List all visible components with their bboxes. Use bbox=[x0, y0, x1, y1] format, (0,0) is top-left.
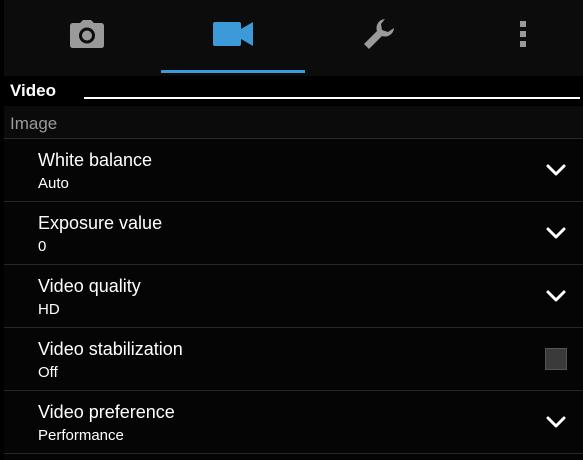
chevron-down-icon[interactable] bbox=[541, 155, 571, 185]
tab-tools-settings[interactable] bbox=[306, 0, 452, 72]
setting-title: Video quality bbox=[38, 276, 141, 296]
setting-video-quality[interactable]: Video quality HD bbox=[4, 265, 583, 328]
setting-title: Exposure value bbox=[38, 213, 163, 233]
camera-icon bbox=[70, 19, 104, 53]
settings-tab-bar bbox=[4, 0, 583, 76]
setting-value: Off bbox=[38, 364, 58, 381]
setting-exposure-value[interactable]: Exposure value 0 bbox=[4, 202, 583, 265]
section-divider bbox=[84, 97, 580, 99]
active-tab-indicator bbox=[161, 70, 305, 73]
setting-video-preference[interactable]: Video preference Performance bbox=[4, 391, 583, 454]
section-header: Video bbox=[4, 76, 583, 106]
stabilization-checkbox[interactable] bbox=[541, 344, 571, 374]
tab-more-options[interactable] bbox=[450, 0, 583, 72]
subsection-label: Image bbox=[10, 114, 58, 133]
subsection-header: Image bbox=[4, 106, 583, 139]
wrench-icon bbox=[363, 18, 395, 55]
setting-title: White balance bbox=[38, 150, 153, 170]
more-vertical-icon bbox=[520, 20, 526, 52]
setting-value: HD bbox=[38, 301, 60, 318]
video-camera-icon bbox=[213, 21, 253, 51]
chevron-down-icon[interactable] bbox=[541, 218, 571, 248]
chevron-down-icon[interactable] bbox=[541, 407, 571, 437]
chevron-down-icon[interactable] bbox=[541, 281, 571, 311]
section-title: Video bbox=[10, 81, 56, 100]
setting-title: Video stabilization bbox=[38, 339, 183, 359]
setting-value: Auto bbox=[38, 175, 69, 192]
setting-title: Video preference bbox=[38, 402, 175, 422]
camera-settings-screen: Video Image White balance Auto Exposure … bbox=[0, 0, 583, 460]
setting-white-balance[interactable]: White balance Auto bbox=[4, 139, 583, 202]
checkbox-box bbox=[545, 348, 567, 370]
setting-value: Performance bbox=[38, 427, 124, 444]
settings-list: White balance Auto Exposure value 0 Vide… bbox=[4, 139, 583, 454]
tab-camera-settings[interactable] bbox=[14, 0, 160, 72]
setting-video-stabilization[interactable]: Video stabilization Off bbox=[4, 328, 583, 391]
setting-value: 0 bbox=[38, 238, 47, 255]
tab-video-settings[interactable] bbox=[160, 0, 306, 72]
